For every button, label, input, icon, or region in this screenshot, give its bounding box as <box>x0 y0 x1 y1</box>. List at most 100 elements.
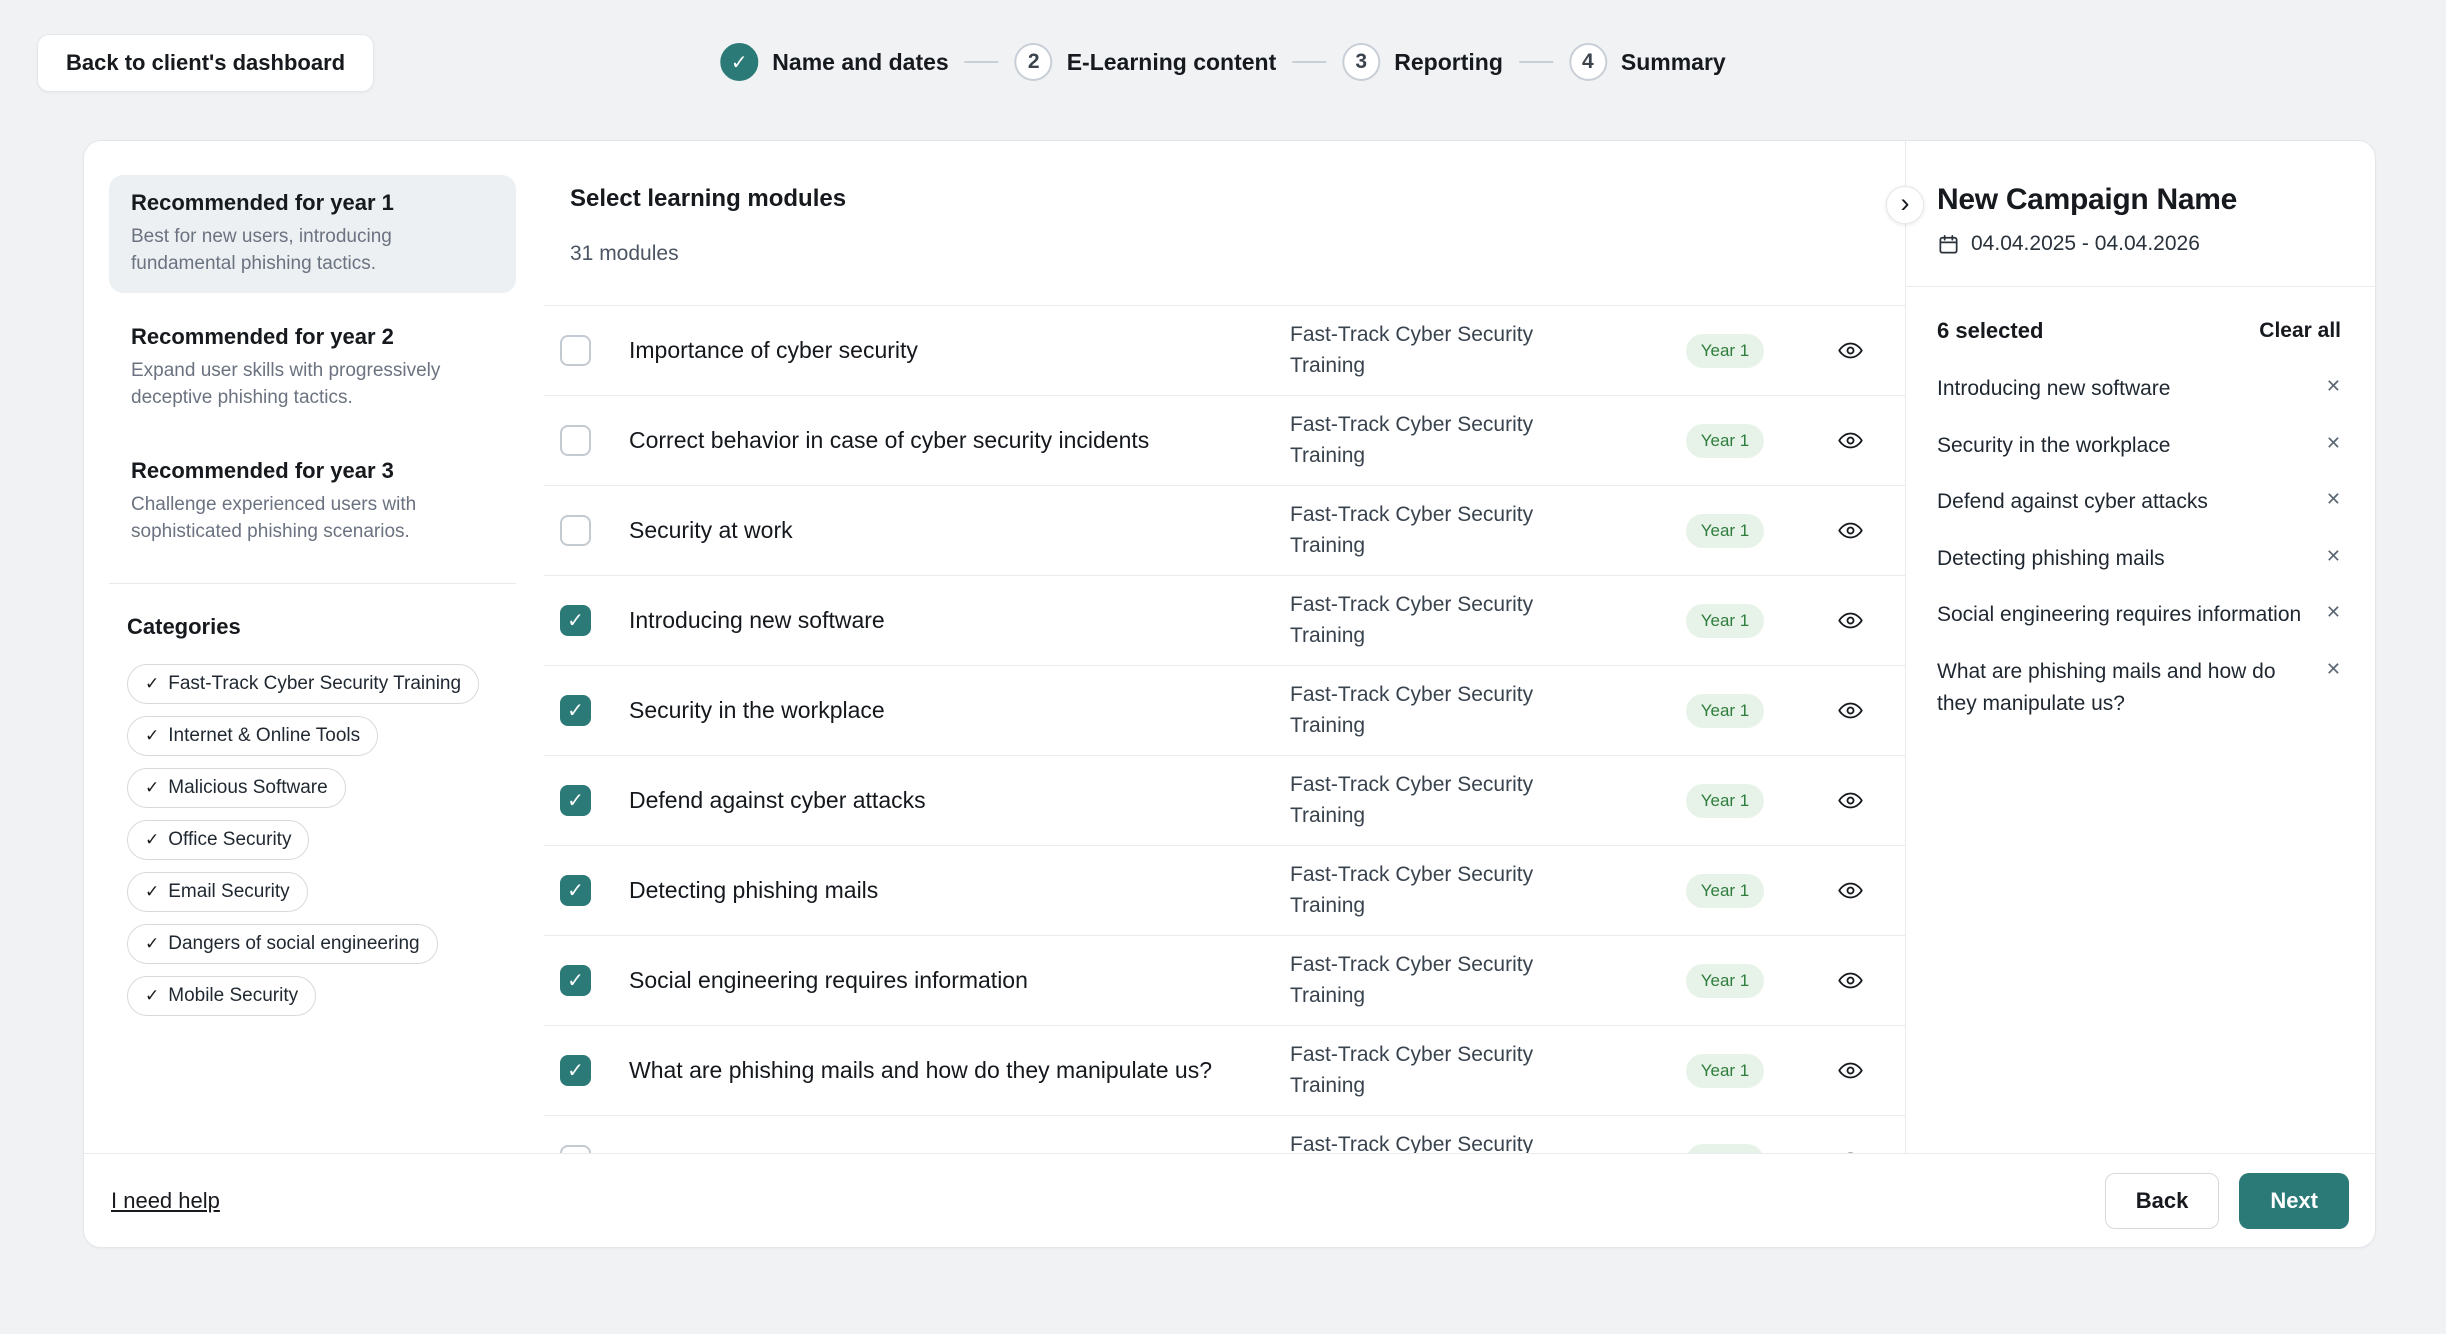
module-name: What are phishing mails and how do they … <box>629 1057 1290 1084</box>
chip-label: Internet & Online Tools <box>168 725 360 747</box>
module-name: Security in the workplace <box>629 697 1290 724</box>
check-icon: ✓ <box>567 611 584 631</box>
selected-count: 6 selected <box>1937 318 2043 344</box>
category-chip-mobile-security[interactable]: ✓ Mobile Security <box>127 976 316 1016</box>
step-label: Summary <box>1621 49 1726 76</box>
step-elearning-content[interactable]: 2 E-Learning content <box>1015 43 1277 81</box>
module-name: Introducing new software <box>629 607 1290 634</box>
selected-module-label: Security in the workplace <box>1937 430 2170 463</box>
step-connector <box>965 61 999 63</box>
module-row: ✓ Fast-Track Cyber Security Training Yea… <box>544 1116 1905 1155</box>
module-course: Fast-Track Cyber Security Training <box>1290 320 1655 381</box>
remove-icon[interactable]: ✕ <box>2326 603 2341 621</box>
module-course: Fast-Track Cyber Security Training <box>1290 1130 1655 1155</box>
module-course: Fast-Track Cyber Security Training <box>1290 1040 1655 1101</box>
clear-all-button[interactable]: Clear all <box>2259 319 2341 343</box>
remove-icon[interactable]: ✕ <box>2326 490 2341 508</box>
chip-label: Email Security <box>168 881 289 903</box>
modules-title: Select learning modules <box>570 185 1905 213</box>
module-row: ✓ Detecting phishing mails Fast-Track Cy… <box>544 846 1905 936</box>
collapse-panel-button[interactable]: › <box>1886 186 1924 224</box>
module-checkbox[interactable]: ✓ <box>560 425 591 456</box>
selected-modules-list: Introducing new software ✕ Security in t… <box>1937 373 2341 721</box>
module-row: ✓ Defend against cyber attacks Fast-Trac… <box>544 756 1905 846</box>
remove-icon[interactable]: ✕ <box>2326 547 2341 565</box>
year-badge: Year 1 <box>1686 514 1765 548</box>
year-badge: Year 1 <box>1686 874 1765 908</box>
selected-module-label: Detecting phishing mails <box>1937 543 2165 576</box>
module-course: Fast-Track Cyber Security Training <box>1290 680 1655 741</box>
step-name-and-dates[interactable]: ✓ Name and dates <box>720 43 948 81</box>
category-chip-malicious-software[interactable]: ✓ Malicious Software <box>127 768 346 808</box>
preview-module-button[interactable] <box>1795 1057 1905 1084</box>
module-row: ✓ Social engineering requires informatio… <box>544 936 1905 1026</box>
check-icon: ✓ <box>145 830 159 850</box>
help-link[interactable]: I need help <box>111 1188 220 1214</box>
next-button[interactable]: Next <box>2239 1173 2349 1229</box>
category-chip-email-security[interactable]: ✓ Email Security <box>127 872 308 912</box>
year-badge: Year 1 <box>1686 334 1765 368</box>
step-label: Name and dates <box>772 49 948 76</box>
selected-module-label: Social engineering requires information <box>1937 599 2301 632</box>
category-chip-fast-track[interactable]: ✓ Fast-Track Cyber Security Training <box>127 664 479 704</box>
recommendation-year-1[interactable]: Recommended for year 1 Best for new user… <box>109 175 516 293</box>
wizard-stepper: ✓ Name and dates 2 E-Learning content 3 … <box>720 43 1725 81</box>
step-summary[interactable]: 4 Summary <box>1569 43 1726 81</box>
chip-label: Mobile Security <box>168 985 298 1007</box>
eye-icon <box>1837 1057 1864 1084</box>
chip-label: Office Security <box>168 829 291 851</box>
year-badge: Year 1 <box>1686 424 1765 458</box>
back-button[interactable]: Back <box>2105 1173 2220 1229</box>
selected-module-item: What are phishing mails and how do they … <box>1937 656 2341 721</box>
eye-icon <box>1837 517 1864 544</box>
category-chip-social-engineering[interactable]: ✓ Dangers of social engineering <box>127 924 438 964</box>
preview-module-button[interactable] <box>1795 877 1905 904</box>
eye-icon <box>1837 787 1864 814</box>
card-footer: I need help Back Next <box>84 1153 2375 1247</box>
module-name: Detecting phishing mails <box>629 877 1290 904</box>
module-checkbox[interactable]: ✓ <box>560 515 591 546</box>
category-chip-internet-online-tools[interactable]: ✓ Internet & Online Tools <box>127 716 378 756</box>
preview-module-button[interactable] <box>1795 697 1905 724</box>
selected-header: 6 selected Clear all <box>1937 318 2341 344</box>
module-checkbox[interactable]: ✓ <box>560 335 591 366</box>
recommendation-year-2[interactable]: Recommended for year 2 Expand user skill… <box>109 309 516 427</box>
check-icon: ✓ <box>567 791 584 811</box>
check-icon: ✓ <box>567 701 584 721</box>
recommendation-description: Expand user skills with progressively de… <box>131 357 494 411</box>
module-course: Fast-Track Cyber Security Training <box>1290 590 1655 651</box>
preview-module-button[interactable] <box>1795 607 1905 634</box>
step-reporting[interactable]: 3 Reporting <box>1342 43 1503 81</box>
module-course: Fast-Track Cyber Security Training <box>1290 500 1655 561</box>
preview-module-button[interactable] <box>1795 337 1905 364</box>
category-chip-office-security[interactable]: ✓ Office Security <box>127 820 309 860</box>
preview-module-button[interactable] <box>1795 787 1905 814</box>
selected-module-item: Security in the workplace ✕ <box>1937 430 2341 463</box>
preview-module-button[interactable] <box>1795 427 1905 454</box>
step-connector <box>1519 61 1553 63</box>
module-checkbox[interactable]: ✓ <box>560 695 591 726</box>
preview-module-button[interactable] <box>1795 517 1905 544</box>
remove-icon[interactable]: ✕ <box>2326 377 2341 395</box>
remove-icon[interactable]: ✕ <box>2326 434 2341 452</box>
selected-module-item: Defend against cyber attacks ✕ <box>1937 486 2341 519</box>
module-checkbox[interactable]: ✓ <box>560 605 591 636</box>
check-icon: ✓ <box>145 726 159 746</box>
modules-header: Select learning modules 31 modules <box>544 141 1905 306</box>
module-name: Social engineering requires information <box>629 967 1290 994</box>
module-checkbox[interactable]: ✓ <box>560 1055 591 1086</box>
module-checkbox[interactable]: ✓ <box>560 875 591 906</box>
preview-module-button[interactable] <box>1795 967 1905 994</box>
check-icon: ✓ <box>567 1061 584 1081</box>
module-checkbox[interactable]: ✓ <box>560 965 591 996</box>
remove-icon[interactable]: ✕ <box>2326 660 2341 678</box>
module-name: Defend against cyber attacks <box>629 787 1290 814</box>
step-number: 2 <box>1015 43 1053 81</box>
sidebar-divider <box>109 583 516 584</box>
module-row: ✓ Introducing new software Fast-Track Cy… <box>544 576 1905 666</box>
year-badge: Year 1 <box>1686 784 1765 818</box>
eye-icon <box>1837 607 1864 634</box>
module-checkbox[interactable]: ✓ <box>560 785 591 816</box>
recommendation-year-3[interactable]: Recommended for year 3 Challenge experie… <box>109 443 516 561</box>
back-to-dashboard-button[interactable]: Back to client's dashboard <box>37 34 374 92</box>
